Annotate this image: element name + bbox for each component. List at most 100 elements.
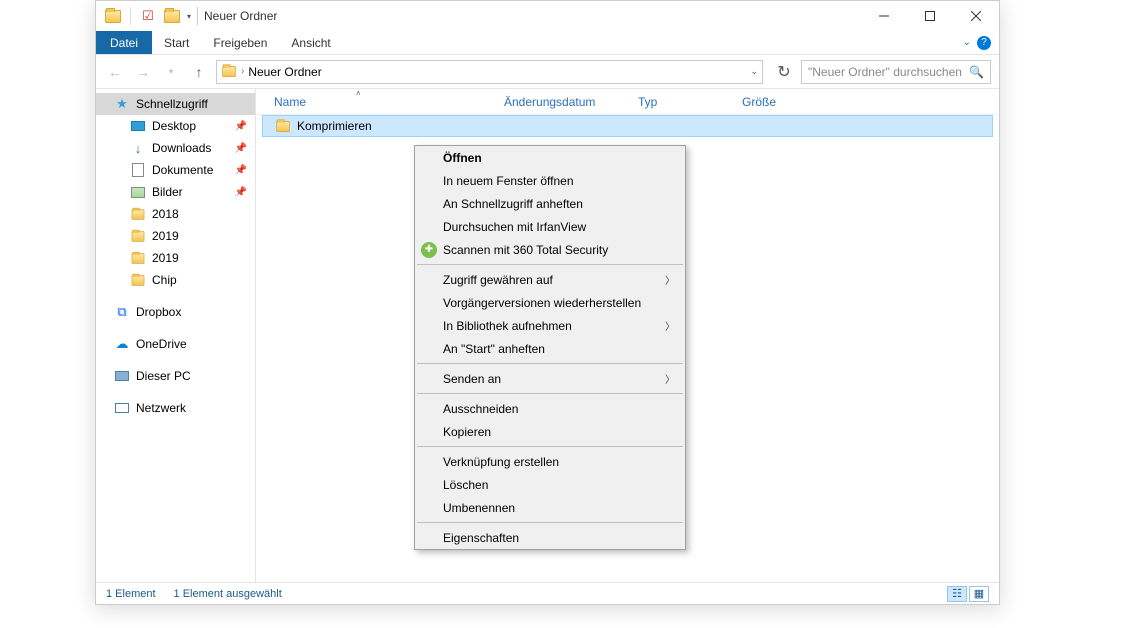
view-details-button[interactable]: ☷ [947,586,967,602]
sidebar-item-documents[interactable]: Dokumente 📌 [96,159,255,181]
label: 2018 [152,207,179,221]
ctx-scan-360[interactable]: ✚ Scannen mit 360 Total Security [415,238,685,261]
ctx-delete[interactable]: Löschen [415,473,685,496]
status-item-count: 1 Element [106,588,156,600]
title-bar: ☑ ▾ Neuer Ordner [96,1,999,31]
refresh-button[interactable]: ↻ [773,61,795,83]
ctx-cut[interactable]: Ausschneiden [415,397,685,420]
separator [130,7,131,25]
ctx-open[interactable]: Öffnen [415,146,685,169]
tab-view[interactable]: Ansicht [279,31,342,54]
label: Zugriff gewähren auf [443,273,553,287]
cloud-icon: ☁ [114,336,130,352]
sidebar-item-thispc[interactable]: Dieser PC [96,365,255,387]
ctx-send-to[interactable]: Senden an 〉 [415,367,685,390]
label: Downloads [152,141,211,155]
search-input[interactable]: "Neuer Ordner" durchsuchen 🔍 [801,60,991,84]
file-row[interactable]: Komprimieren [262,115,993,137]
sidebar-item-folder[interactable]: 2018 [96,203,255,225]
submenu-arrow-icon: 〉 [665,272,675,287]
view-icons-button[interactable]: ▦ [969,586,989,602]
sidebar-item-pictures[interactable]: Bilder 📌 [96,181,255,203]
star-icon: ★ [114,96,130,112]
sidebar-item-folder[interactable]: Chip [96,269,255,291]
up-button[interactable]: ↑ [188,61,210,83]
nav-toolbar: ← → ▾ ↑ › Neuer Ordner ⌄ ↻ "Neuer Ordner… [96,55,999,89]
ctx-grant-access[interactable]: Zugriff gewähren auf 〉 [415,268,685,291]
label: Dieser PC [136,369,191,383]
context-menu: Öffnen In neuem Fenster öffnen An Schnel… [414,145,686,550]
separator [417,393,683,394]
tab-file[interactable]: Datei [96,31,152,54]
ctx-properties[interactable]: Eigenschaften [415,526,685,549]
ctx-open-new-window[interactable]: In neuem Fenster öffnen [415,169,685,192]
window-title: Neuer Ordner [204,9,277,23]
minimize-button[interactable] [861,1,907,31]
network-icon [114,400,130,416]
folder-icon [130,250,146,266]
sidebar-item-desktop[interactable]: Desktop 📌 [96,115,255,137]
submenu-arrow-icon: 〉 [665,371,675,386]
ctx-copy[interactable]: Kopieren [415,420,685,443]
pc-icon [114,368,130,384]
label: 2019 [152,229,179,243]
maximize-button[interactable] [907,1,953,31]
help-icon[interactable]: ? [977,36,991,50]
ctx-include-library[interactable]: In Bibliothek aufnehmen 〉 [415,314,685,337]
label: Bilder [152,185,183,199]
separator [417,446,683,447]
sidebar-item-quickaccess[interactable]: ★ Schnellzugriff [96,93,255,115]
column-name[interactable]: Name [256,95,496,109]
ctx-rename[interactable]: Umbenennen [415,496,685,519]
ctx-pin-quickaccess[interactable]: An Schnellzugriff anheften [415,192,685,215]
ctx-create-shortcut[interactable]: Verknüpfung erstellen [415,450,685,473]
sidebar-item-dropbox[interactable]: ⧉ Dropbox [96,301,255,323]
ctx-browse-irfanview[interactable]: Durchsuchen mit IrfanView [415,215,685,238]
label: Scannen mit 360 Total Security [443,243,608,257]
column-date[interactable]: Änderungsdatum [496,95,630,109]
sidebar-item-downloads[interactable]: ↓ Downloads 📌 [96,137,255,159]
address-dropdown-icon[interactable]: ⌄ [750,66,758,77]
column-size[interactable]: Größe [734,95,814,109]
address-bar[interactable]: › Neuer Ordner ⌄ [216,60,763,84]
submenu-arrow-icon: 〉 [665,318,675,333]
sidebar-item-onedrive[interactable]: ☁ OneDrive [96,333,255,355]
label: OneDrive [136,337,187,351]
forward-button[interactable]: → [132,61,154,83]
ctx-pin-start[interactable]: An "Start" anheften [415,337,685,360]
label: Dropbox [136,305,181,319]
separator [417,522,683,523]
label: Chip [152,273,177,287]
download-icon: ↓ [130,140,146,156]
close-button[interactable] [953,1,999,31]
folder-icon [276,120,290,131]
label: Netzwerk [136,401,186,415]
tab-start[interactable]: Start [152,31,201,54]
label: Desktop [152,119,196,133]
qat-newfolder-icon[interactable] [161,5,183,27]
chevron-right-icon: › [241,66,244,77]
pin-icon: 📌 [235,143,247,154]
sidebar-item-network[interactable]: Netzwerk [96,397,255,419]
label: Schnellzugriff [136,97,208,111]
sidebar-item-folder[interactable]: 2019 [96,247,255,269]
file-name: Komprimieren [297,119,372,133]
ctx-previous-versions[interactable]: Vorgängerversionen wiederherstellen [415,291,685,314]
search-icon: 🔍 [969,65,984,79]
status-selected-count: 1 Element ausgewählt [174,588,282,600]
qat-dropdown-icon[interactable]: ▾ [187,12,191,21]
breadcrumb-location[interactable]: Neuer Ordner [248,65,321,79]
qat-properties-icon[interactable]: ☑ [137,5,159,27]
column-type[interactable]: Typ [630,95,734,109]
tab-share[interactable]: Freigeben [201,31,279,54]
label: Dokumente [152,163,213,177]
dropbox-icon: ⧉ [114,304,130,320]
sidebar-item-folder[interactable]: 2019 [96,225,255,247]
back-button[interactable]: ← [104,61,126,83]
pin-icon: 📌 [235,165,247,176]
separator [197,7,198,25]
search-placeholder: "Neuer Ordner" durchsuchen [808,65,962,79]
pin-icon: 📌 [235,121,247,132]
history-dropdown-icon[interactable]: ▾ [160,61,182,83]
ribbon-collapse-icon[interactable]: ⌄ [963,37,971,48]
